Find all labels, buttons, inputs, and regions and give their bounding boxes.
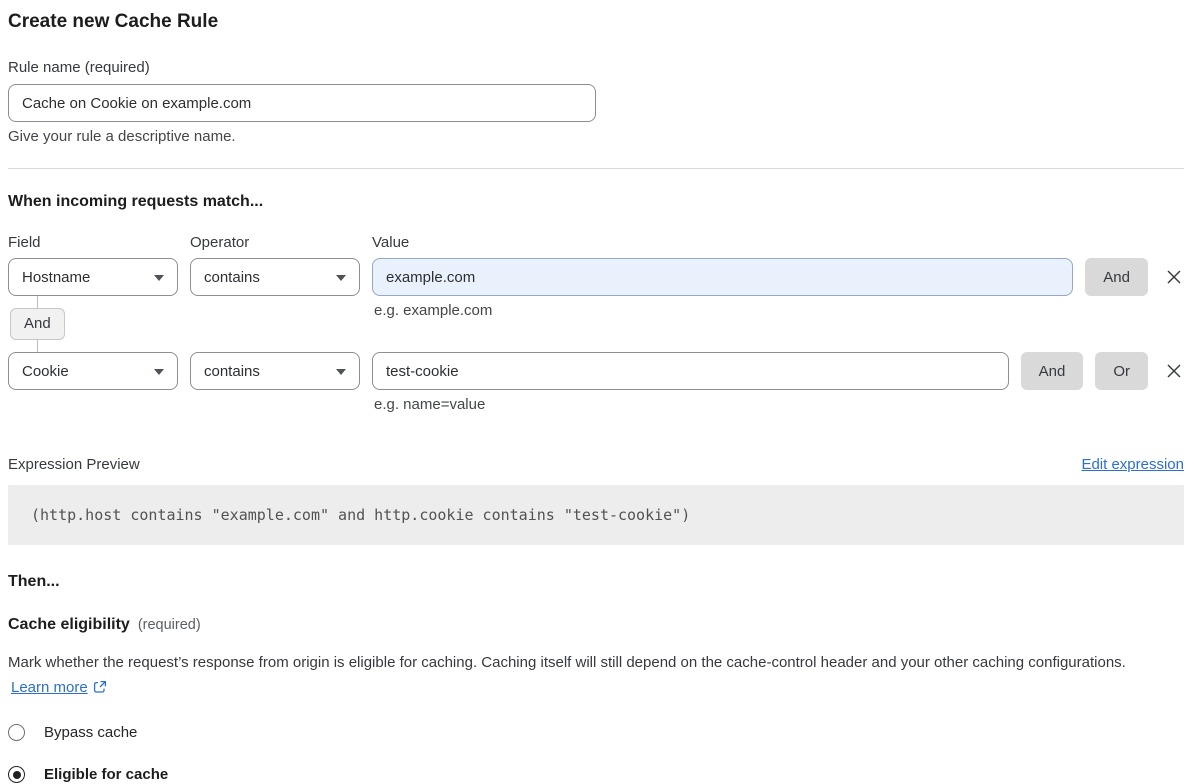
description-text: Mark whether the request’s response from… bbox=[8, 654, 1126, 671]
operator-select-1-value: contains bbox=[204, 269, 260, 286]
operator-column-label: Operator bbox=[190, 234, 360, 252]
required-badge: (required) bbox=[138, 617, 201, 633]
condition-connector: And bbox=[10, 296, 1184, 352]
radio-selected-icon[interactable] bbox=[8, 766, 25, 783]
operator-select-1[interactable]: contains bbox=[190, 258, 360, 296]
option-eligible-for-cache[interactable]: Eligible for cache bbox=[8, 766, 1184, 783]
field-select-2-value: Cookie bbox=[22, 363, 69, 380]
radio-unselected-icon[interactable] bbox=[8, 724, 25, 741]
remove-condition-2-button[interactable] bbox=[1164, 361, 1184, 381]
external-link-icon bbox=[93, 677, 107, 702]
operator-select-2-value: contains bbox=[204, 363, 260, 380]
field-select-1-value: Hostname bbox=[22, 269, 90, 286]
condition-column-labels: Field Operator Value bbox=[8, 234, 1184, 252]
value-column-label: Value bbox=[372, 234, 409, 252]
field-column-label: Field bbox=[8, 234, 178, 252]
and-button-row-2[interactable]: And bbox=[1021, 352, 1084, 390]
value-hint-2: e.g. name=value bbox=[374, 396, 485, 413]
rule-name-helper: Give your rule a descriptive name. bbox=[8, 128, 1184, 146]
edit-expression-link[interactable]: Edit expression bbox=[1081, 456, 1184, 473]
value-column-2: e.g. name=value bbox=[372, 352, 1009, 390]
page-title: Create new Cache Rule bbox=[8, 10, 1184, 34]
connector-line-top bbox=[37, 296, 38, 308]
option-bypass-cache[interactable]: Bypass cache bbox=[8, 724, 1184, 741]
then-heading: Then... bbox=[8, 572, 1184, 592]
condition-row-1: Hostname contains e.g. example.com And bbox=[8, 258, 1184, 296]
cache-eligibility-title: Cache eligibility bbox=[8, 616, 130, 634]
rule-name-label: Rule name (required) bbox=[8, 59, 1184, 77]
conditions-builder: Hostname contains e.g. example.com And bbox=[8, 258, 1184, 390]
and-button-row-1[interactable]: And bbox=[1085, 258, 1148, 296]
option-bypass-cache-label: Bypass cache bbox=[44, 724, 137, 741]
value-column-1: e.g. example.com bbox=[372, 258, 1073, 296]
create-cache-rule-page: Create new Cache Rule Rule name (require… bbox=[0, 0, 1200, 783]
or-button-row-2[interactable]: Or bbox=[1095, 352, 1148, 390]
condition-row-2: Cookie contains e.g. name=value And Or bbox=[8, 352, 1184, 390]
cache-eligibility-header: Cache eligibility (required) bbox=[8, 616, 1184, 634]
connector-line-bottom bbox=[37, 340, 38, 352]
close-icon bbox=[1164, 361, 1184, 381]
expression-preview-header: Expression Preview Edit expression bbox=[8, 456, 1184, 473]
chevron-down-icon bbox=[336, 369, 346, 375]
connector-and-chip[interactable]: And bbox=[10, 308, 65, 340]
chevron-down-icon bbox=[336, 275, 346, 281]
close-icon bbox=[1164, 267, 1184, 287]
match-heading: When incoming requests match... bbox=[8, 192, 1184, 212]
section-divider bbox=[8, 168, 1184, 169]
field-select-2[interactable]: Cookie bbox=[8, 352, 178, 390]
cache-eligibility-description: Mark whether the request’s response from… bbox=[8, 650, 1168, 702]
value-input-2[interactable] bbox=[372, 352, 1009, 390]
value-hint-1: e.g. example.com bbox=[374, 302, 492, 319]
rule-name-input[interactable] bbox=[8, 84, 596, 122]
chevron-down-icon bbox=[154, 275, 164, 281]
field-select-1[interactable]: Hostname bbox=[8, 258, 178, 296]
remove-condition-1-button[interactable] bbox=[1164, 267, 1184, 287]
operator-select-2[interactable]: contains bbox=[190, 352, 360, 390]
value-input-1[interactable] bbox=[372, 258, 1073, 296]
expression-preview-label: Expression Preview bbox=[8, 456, 140, 473]
option-eligible-for-cache-label: Eligible for cache bbox=[44, 766, 168, 783]
learn-more-link[interactable]: Learn more bbox=[11, 679, 88, 696]
expression-preview-code: (http.host contains "example.com" and ht… bbox=[8, 485, 1184, 545]
chevron-down-icon bbox=[154, 369, 164, 375]
